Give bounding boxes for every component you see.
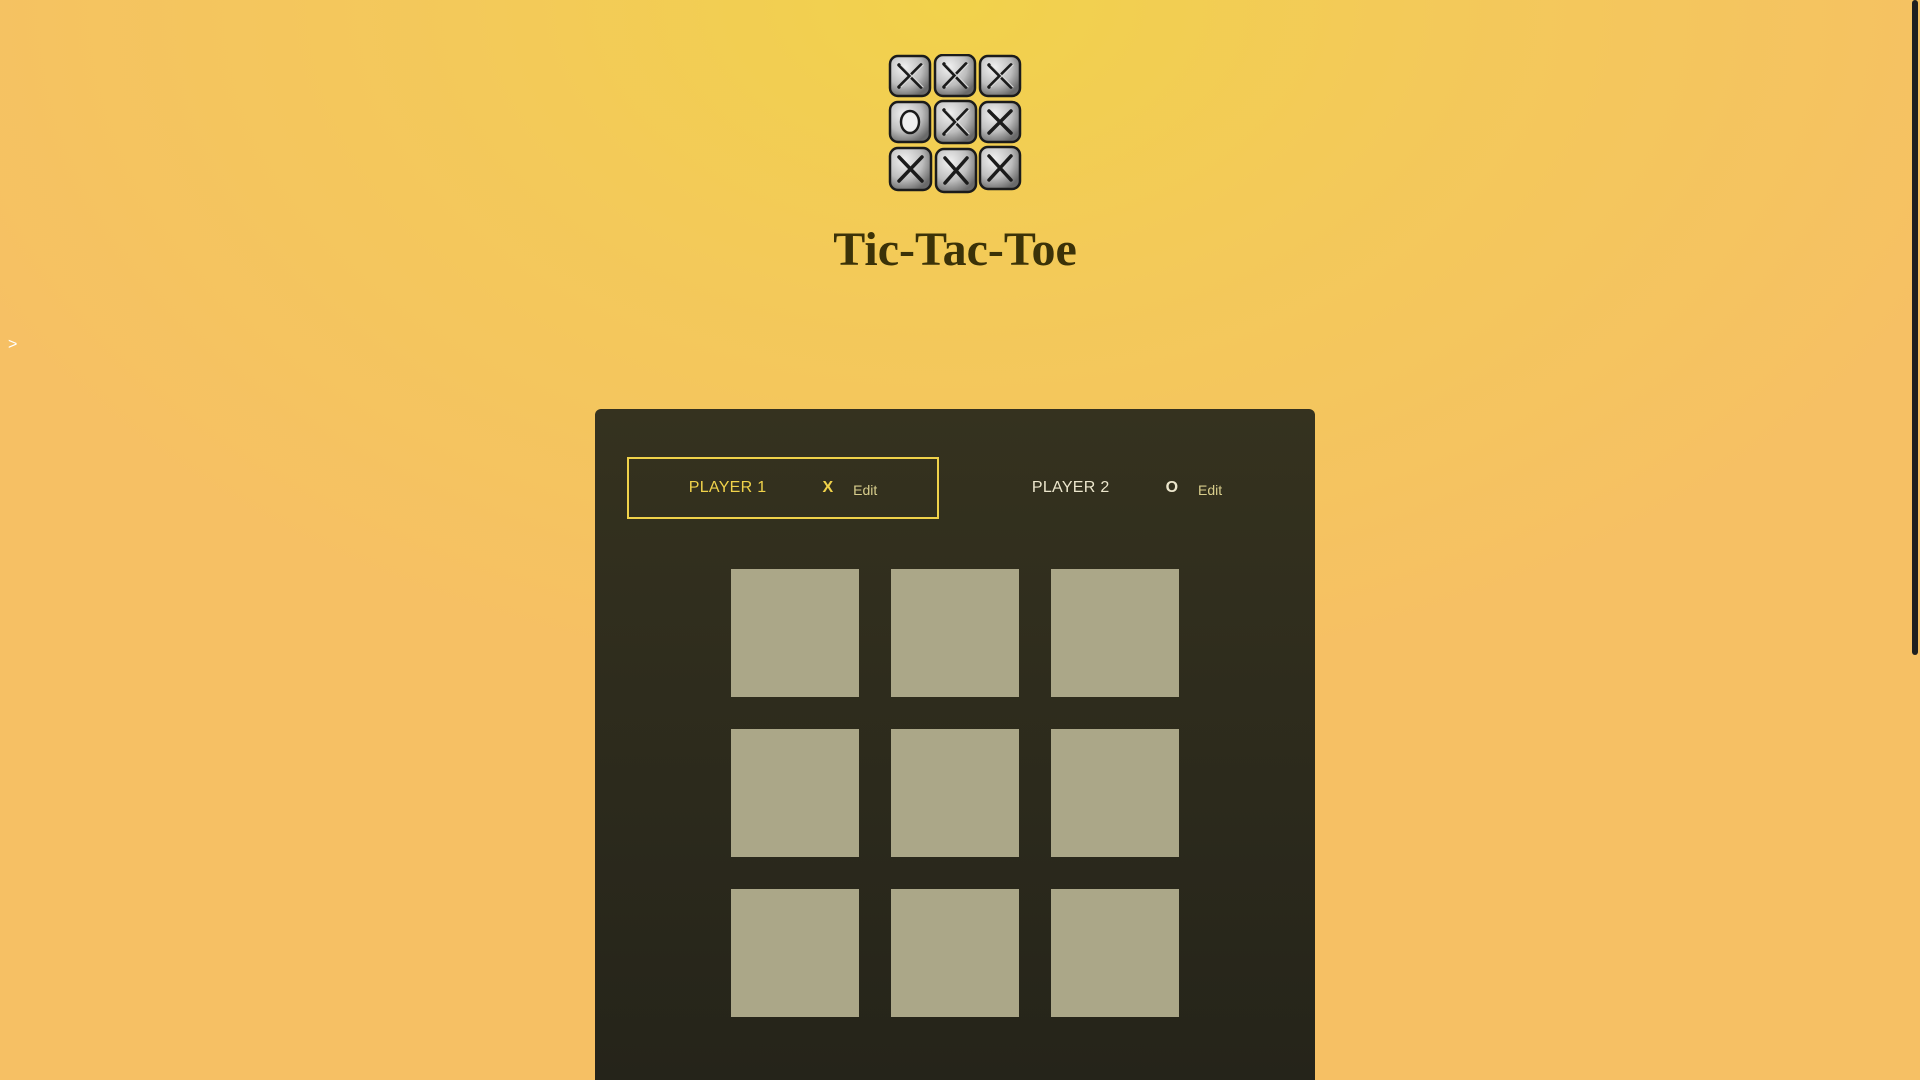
player-2-symbol: O [1165, 479, 1179, 496]
player-1-symbol: X [822, 479, 834, 496]
board-cell-4[interactable] [731, 729, 859, 857]
board-cell-9[interactable] [1051, 889, 1179, 1017]
board-cell-2[interactable] [891, 569, 1019, 697]
player-2-name: PLAYER 2 [1031, 479, 1110, 496]
board-cell-3[interactable] [1051, 569, 1179, 697]
board-cell-1[interactable] [731, 569, 859, 697]
player-2-edit-button[interactable]: Edit [1198, 482, 1222, 498]
sidebar-toggle-button[interactable]: > [8, 336, 17, 354]
board-cell-5[interactable] [891, 729, 1019, 857]
tic-tac-toe-logo-icon [888, 54, 1022, 194]
player-1-edit-button[interactable]: Edit [853, 482, 877, 498]
page-title: Tic-Tac-Toe [833, 223, 1077, 276]
game-panel: PLAYER 1 X Edit PLAYER 2 O Edit [595, 409, 1315, 1080]
scrollbar[interactable] [1910, 0, 1920, 1080]
scrollbar-thumb[interactable] [1912, 0, 1918, 655]
game-board [731, 569, 1179, 1017]
player-1-name: PLAYER 1 [688, 479, 767, 496]
player-2-card: PLAYER 2 O Edit [971, 457, 1283, 519]
player-1-card: PLAYER 1 X Edit [627, 457, 939, 519]
board-cell-7[interactable] [731, 889, 859, 1017]
board-cell-8[interactable] [891, 889, 1019, 1017]
board-cell-6[interactable] [1051, 729, 1179, 857]
